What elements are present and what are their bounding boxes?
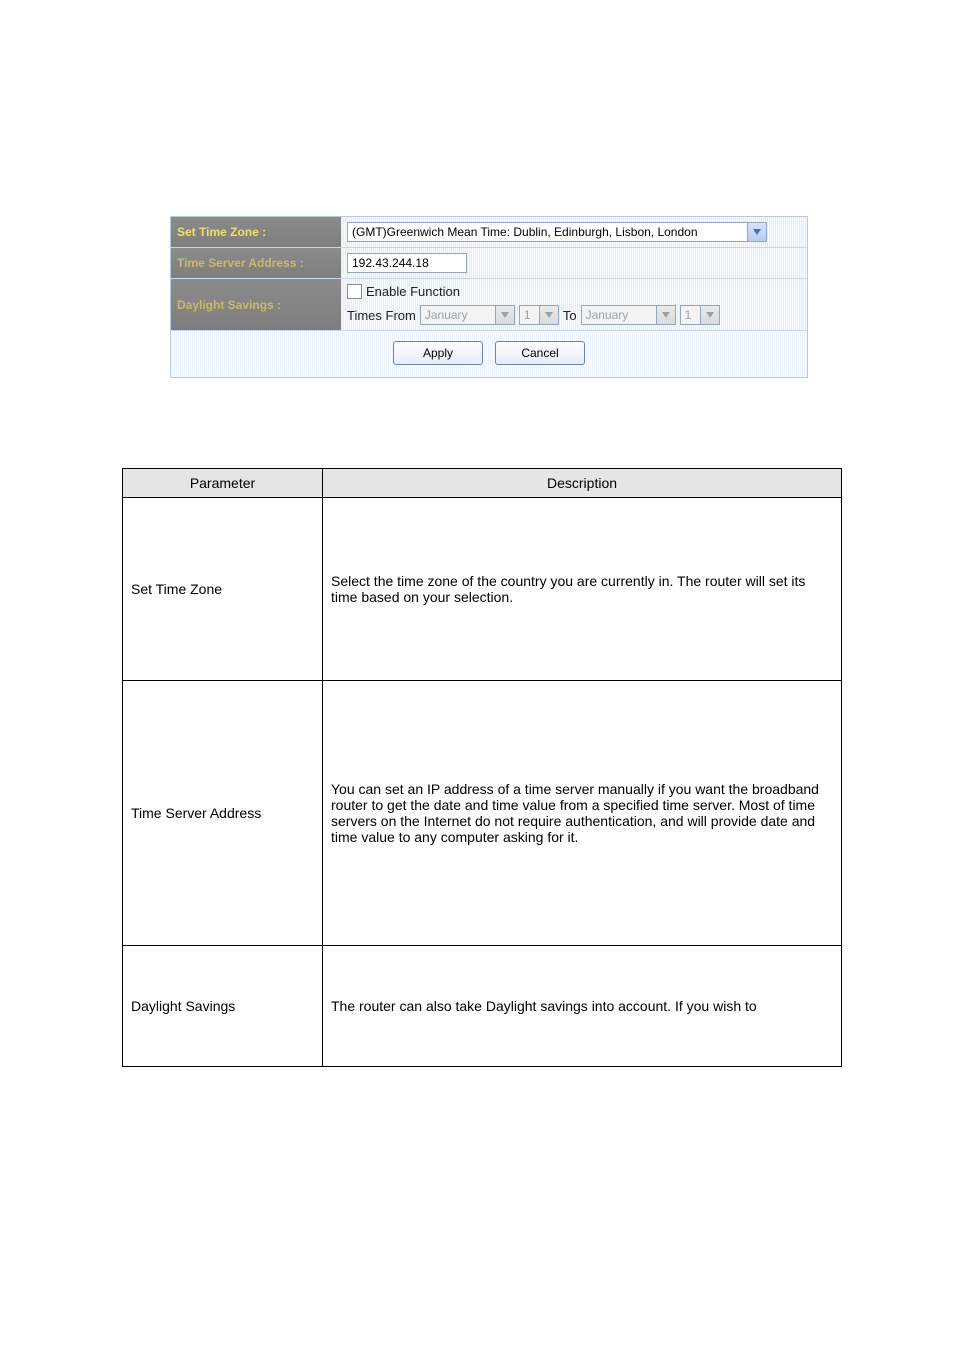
- chevron-down-icon: [495, 306, 514, 324]
- chevron-down-icon: [700, 306, 719, 324]
- to-day-select[interactable]: 1: [680, 305, 720, 325]
- description-cell: Select the time zone of the country you …: [323, 498, 842, 681]
- param-cell: Daylight Savings: [123, 946, 323, 1067]
- row-time-server: Time Server Address : 192.43.244.18: [171, 247, 807, 278]
- chevron-down-icon: [747, 223, 766, 241]
- label-set-time-zone: Set Time Zone :: [171, 217, 341, 247]
- time-zone-select[interactable]: (GMT)Greenwich Mean Time: Dublin, Edinbu…: [347, 222, 767, 242]
- header-parameter: Parameter: [123, 469, 323, 498]
- param-cell: Time Server Address: [123, 681, 323, 946]
- cancel-button[interactable]: Cancel: [495, 341, 585, 365]
- from-day-select[interactable]: 1: [519, 305, 559, 325]
- label-time-server: Time Server Address :: [171, 248, 341, 278]
- chevron-down-icon: [656, 306, 675, 324]
- to-label: To: [563, 308, 577, 323]
- param-cell: Set Time Zone: [123, 498, 323, 681]
- enable-function-label: Enable Function: [366, 284, 460, 299]
- enable-function-checkbox[interactable]: [347, 284, 362, 299]
- action-buttons: Apply Cancel: [171, 330, 807, 377]
- label-daylight-savings: Daylight Savings :: [171, 279, 341, 330]
- row-set-time-zone: Set Time Zone : (GMT)Greenwich Mean Time…: [171, 217, 807, 247]
- header-description: Description: [323, 469, 842, 498]
- parameter-description-table: Parameter Description Set Time ZoneSelec…: [122, 468, 842, 1067]
- description-cell: You can set an IP address of a time serv…: [323, 681, 842, 946]
- row-daylight-savings: Daylight Savings : Enable Function Times…: [171, 278, 807, 330]
- to-month-select[interactable]: January: [581, 305, 676, 325]
- from-month-select[interactable]: January: [420, 305, 515, 325]
- time-server-value: 192.43.244.18: [352, 256, 429, 270]
- time-zone-select-text: (GMT)Greenwich Mean Time: Dublin, Edinbu…: [352, 225, 698, 239]
- time-server-input[interactable]: 192.43.244.18: [347, 253, 467, 273]
- table-row: Time Server AddressYou can set an IP add…: [123, 681, 842, 946]
- description-cell: The router can also take Daylight saving…: [323, 946, 842, 1067]
- chevron-down-icon: [539, 306, 558, 324]
- time-zone-panel: Set Time Zone : (GMT)Greenwich Mean Time…: [170, 216, 808, 378]
- apply-button[interactable]: Apply: [393, 341, 483, 365]
- table-row: Daylight SavingsThe router can also take…: [123, 946, 842, 1067]
- times-from-label: Times From: [347, 308, 416, 323]
- table-row: Set Time ZoneSelect the time zone of the…: [123, 498, 842, 681]
